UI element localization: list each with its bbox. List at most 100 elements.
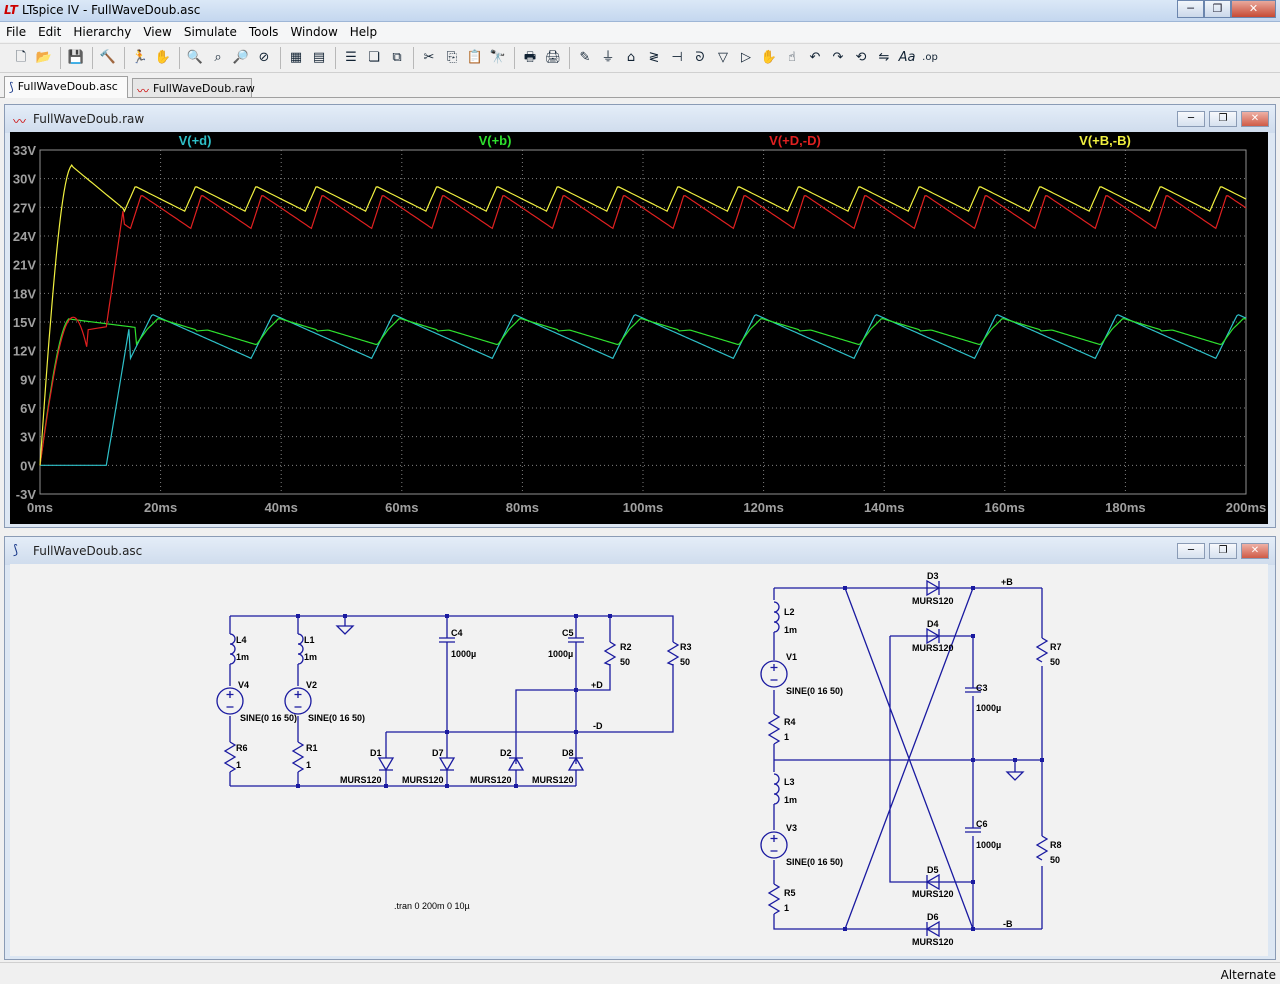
- cut-icon[interactable]: ✂: [418, 47, 440, 69]
- pan-icon[interactable]: ✋: [152, 47, 174, 69]
- document-tabs: ⟆ FullWaveDoub.asc 〰 FullWaveDoub.raw: [0, 74, 1280, 98]
- menu-edit[interactable]: Edit: [32, 22, 67, 42]
- window-titlebar: LT LTspice IV - FullWaveDoub.asc ─ ❐ ✕: [0, 0, 1280, 22]
- label-v4: V4: [238, 680, 249, 690]
- spice-directive-icon[interactable]: .op: [919, 47, 941, 69]
- find-icon[interactable]: 🔭: [487, 47, 509, 69]
- minimize-button[interactable]: ─: [1177, 0, 1204, 18]
- x-tick-label: 100ms: [623, 500, 663, 515]
- schematic-wires: [229, 587, 1043, 930]
- label-d1: D1: [370, 748, 382, 758]
- paste-icon[interactable]: 📋: [464, 47, 486, 69]
- close-button[interactable]: ✕: [1241, 543, 1269, 559]
- control-panel-icon[interactable]: 🔨: [97, 47, 119, 69]
- minimize-button[interactable]: ─: [1177, 111, 1205, 127]
- run-icon[interactable]: 🏃: [129, 47, 151, 69]
- draw-wire-icon[interactable]: ✎: [574, 47, 596, 69]
- autoscale-icon[interactable]: ▤: [308, 47, 330, 69]
- menu-help[interactable]: Help: [344, 22, 383, 42]
- label-v1-sine: SINE(0 16 50): [786, 686, 843, 696]
- y-tick-label: 21V: [13, 258, 36, 273]
- copy-icon[interactable]: ⎘: [441, 47, 463, 69]
- status-mode: Alternate: [1220, 968, 1276, 982]
- maximize-button[interactable]: ❐: [1209, 543, 1237, 559]
- drag-icon[interactable]: ☝: [781, 47, 803, 69]
- net-label-minus-d: -D: [593, 721, 603, 731]
- label-l2-value: 1m: [784, 625, 797, 635]
- label-d7-model: MURS120: [402, 775, 444, 785]
- label-c4: C4: [451, 628, 463, 638]
- label-r3-value: 50: [680, 657, 690, 667]
- cancel-zoom-icon[interactable]: ⊘: [253, 47, 275, 69]
- waveform-plot[interactable]: 0ms 20ms 40ms 60ms 80ms 100ms 120ms 140ms 160ms 1…: [10, 132, 1268, 524]
- mirror-icon[interactable]: ⇋: [873, 47, 895, 69]
- menu-view[interactable]: View: [137, 22, 177, 42]
- ground-icon[interactable]: ⏚: [597, 47, 619, 69]
- label-d2-model: MURS120: [470, 775, 512, 785]
- tile-horizontal-icon[interactable]: ☰: [340, 47, 362, 69]
- zoom-out-icon[interactable]: 🔎: [230, 47, 252, 69]
- minimize-button[interactable]: ─: [1177, 543, 1205, 559]
- maximize-button[interactable]: ❐: [1204, 0, 1231, 18]
- label-c3: C3: [976, 683, 988, 693]
- menu-simulate[interactable]: Simulate: [178, 22, 243, 42]
- label-d3-model: MURS120: [912, 596, 954, 606]
- waveform-icon: 〰: [137, 84, 150, 98]
- label-d5-model: MURS120: [912, 889, 954, 899]
- label-r7: R7: [1050, 642, 1062, 652]
- waveform-window-title: FullWaveDoub.raw: [33, 112, 145, 126]
- maximize-button[interactable]: ❐: [1209, 111, 1237, 127]
- label-d8-model: MURS120: [532, 775, 574, 785]
- resistor-icon[interactable]: ≷: [643, 47, 665, 69]
- close-button[interactable]: ✕: [1241, 111, 1269, 127]
- label-net-icon[interactable]: ⌂: [620, 47, 642, 69]
- net-label-plus-d: +D: [591, 680, 603, 690]
- undo-icon[interactable]: ↶: [804, 47, 826, 69]
- tile-icon[interactable]: ⧉: [386, 47, 408, 69]
- tab-fullwavedoub-raw[interactable]: 〰 FullWaveDoub.raw: [132, 78, 255, 98]
- diode-icon[interactable]: ▽: [712, 47, 734, 69]
- print-setup-icon[interactable]: 🖶: [519, 47, 541, 69]
- menu-hierarchy[interactable]: Hierarchy: [67, 22, 137, 42]
- schematic-canvas[interactable]: L4 1m L1 1m V4 SINE(0 16 50) V2 SINE(0 1…: [10, 564, 1268, 956]
- close-button[interactable]: ✕: [1231, 0, 1276, 18]
- component-icon[interactable]: ▷: [735, 47, 757, 69]
- label-r1-value: 1: [306, 760, 311, 770]
- label-v4-sine: SINE(0 16 50): [240, 713, 297, 723]
- tab-fullwavedoub-asc[interactable]: ⟆ FullWaveDoub.asc: [4, 76, 128, 98]
- label-d6-model: MURS120: [912, 937, 954, 947]
- print-icon[interactable]: 🖨: [542, 47, 564, 69]
- zoom-in-icon[interactable]: 🔍: [184, 47, 206, 69]
- menu-bar: File Edit Hierarchy View Simulate Tools …: [0, 22, 1280, 42]
- move-icon[interactable]: ✋: [758, 47, 780, 69]
- legend-entry: V(+d): [179, 133, 212, 148]
- inductors: [229, 601, 780, 805]
- label-l4: L4: [236, 635, 247, 645]
- waveform-icon: 〰: [13, 115, 27, 130]
- schematic-icon: ⟆: [9, 80, 14, 94]
- y-tick-label: 3V: [20, 430, 36, 445]
- y-tick-label: 24V: [13, 229, 36, 244]
- label-l1-value: 1m: [304, 652, 317, 662]
- capacitor-icon[interactable]: ⊣: [666, 47, 688, 69]
- rotate-icon[interactable]: ⟲: [850, 47, 872, 69]
- redo-icon[interactable]: ↷: [827, 47, 849, 69]
- x-tick-label: 0ms: [27, 500, 53, 515]
- cascade-icon[interactable]: ❏: [363, 47, 385, 69]
- menu-window[interactable]: Window: [284, 22, 343, 42]
- menu-tools[interactable]: Tools: [243, 22, 285, 42]
- spice-directive[interactable]: .tran 0 200m 0 10µ: [394, 901, 470, 911]
- label-r4: R4: [784, 717, 796, 727]
- y-tick-label: 9V: [20, 372, 36, 387]
- autorange-icon[interactable]: ▦: [285, 47, 307, 69]
- zoom-to-fit-icon[interactable]: ⌕: [207, 47, 229, 69]
- new-schematic-icon[interactable]: 🗋: [10, 47, 32, 69]
- label-c5: C5: [562, 628, 574, 638]
- open-icon[interactable]: 📂: [33, 47, 55, 69]
- text-icon[interactable]: Aa: [896, 47, 918, 69]
- save-icon[interactable]: 💾: [65, 47, 87, 69]
- label-r6-value: 1: [236, 760, 241, 770]
- inductor-icon[interactable]: ᘐ: [689, 47, 711, 69]
- label-r2: R2: [620, 642, 632, 652]
- menu-file[interactable]: File: [0, 22, 32, 42]
